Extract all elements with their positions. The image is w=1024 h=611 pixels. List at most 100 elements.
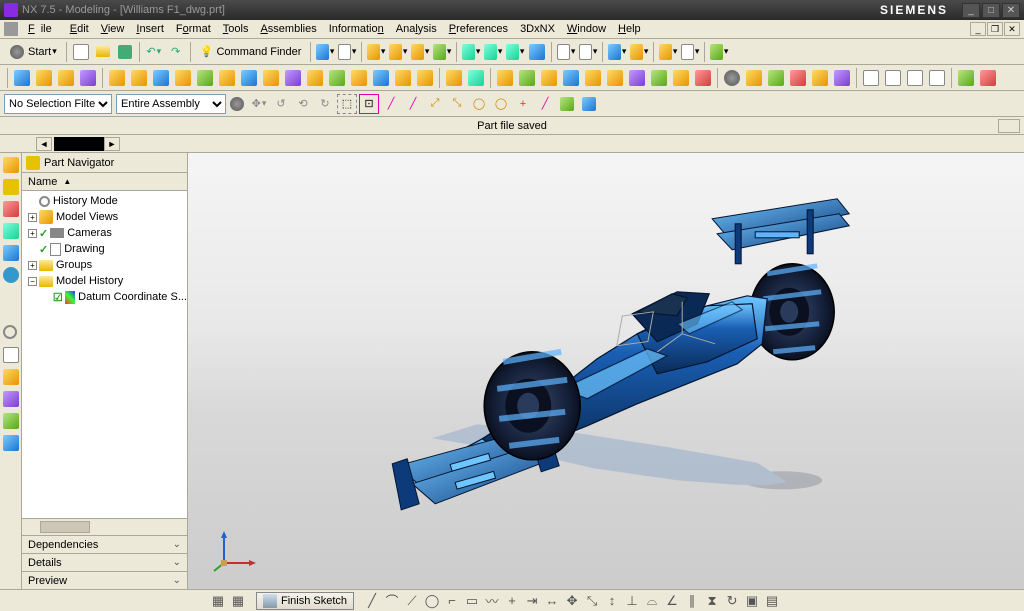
tb1-7[interactable]: ▾ [461, 42, 481, 62]
menu-assemblies[interactable]: Assemblies [254, 21, 322, 37]
menu-information[interactable]: Information [323, 21, 390, 37]
sk-dim2-icon[interactable]: ↔ [544, 593, 560, 609]
sk-update-icon[interactable]: ↻ [724, 593, 740, 609]
tb2-1[interactable] [12, 68, 32, 88]
sk-fillet-icon[interactable]: ⌐ [444, 593, 460, 609]
tb2-41[interactable] [927, 68, 947, 88]
tb2-11[interactable] [239, 68, 259, 88]
tb1-8[interactable]: ▾ [483, 42, 503, 62]
active-tab[interactable] [54, 137, 104, 151]
sk-spline-icon[interactable]: 〰 [484, 593, 500, 609]
sketch-prev2-icon[interactable]: ▦ [230, 593, 246, 609]
tb2-5[interactable] [107, 68, 127, 88]
tb1-16[interactable]: ▾ [680, 42, 700, 62]
tb2-9[interactable] [195, 68, 215, 88]
sk-mirror-icon[interactable]: ⧗ [704, 593, 720, 609]
expand-icon[interactable]: + [28, 229, 37, 238]
status-right-icon[interactable] [998, 119, 1020, 133]
maximize-button[interactable]: □ [982, 3, 1000, 18]
tb1-13[interactable]: ▾ [607, 42, 627, 62]
tb1-6[interactable]: ▾ [432, 42, 452, 62]
menu-help[interactable]: Help [612, 21, 647, 37]
menu-3dxnx[interactable]: 3DxNX [514, 21, 561, 37]
resource-system-icon[interactable] [3, 369, 19, 385]
tb2-7[interactable] [151, 68, 171, 88]
tb1-15[interactable]: ▾ [658, 42, 678, 62]
view-triad[interactable] [212, 525, 262, 575]
navigator-column-header[interactable]: Name ▲ [22, 173, 187, 191]
tb2-27[interactable] [605, 68, 625, 88]
tb2-29[interactable] [649, 68, 669, 88]
save-button[interactable] [115, 42, 135, 62]
menu-analysis[interactable]: Analysis [390, 21, 443, 37]
tb2-24[interactable] [539, 68, 559, 88]
graphics-viewport[interactable] [188, 153, 1024, 589]
menu-format[interactable]: Format [170, 21, 217, 37]
tb1-4[interactable]: ▾ [388, 42, 408, 62]
menu-file[interactable]: File [22, 21, 64, 37]
sk-point-icon[interactable]: + [504, 593, 520, 609]
tb1-2[interactable]: ▾ [337, 42, 357, 62]
snap-10[interactable] [557, 94, 577, 114]
snap-7[interactable]: ◯ [491, 94, 511, 114]
sk-misc1-icon[interactable]: ▣ [744, 593, 760, 609]
command-finder-button[interactable]: 💡 Command Finder [195, 42, 307, 62]
tb1-3[interactable]: ▾ [366, 42, 386, 62]
snap-9[interactable]: ╱ [535, 94, 555, 114]
sk-circle-icon[interactable]: ◯ [424, 593, 440, 609]
navigator-hscroll[interactable] [22, 518, 187, 535]
sk-constr-icon[interactable]: ∥ [684, 593, 700, 609]
tree-item-drawing[interactable]: Drawing [22, 241, 187, 257]
tb2-10[interactable] [217, 68, 237, 88]
undo-button[interactable]: ↶▾ [144, 42, 164, 62]
tb2-37[interactable] [832, 68, 852, 88]
sel-1[interactable] [227, 94, 247, 114]
selection-filter-dropdown[interactable]: No Selection Filter [4, 94, 112, 114]
sel-5[interactable]: ↻ [315, 94, 335, 114]
resource-r2-icon[interactable] [3, 413, 19, 429]
open-button[interactable] [93, 42, 113, 62]
resource-roles-icon[interactable] [3, 347, 19, 363]
resource-constraint-icon[interactable] [3, 201, 19, 217]
resource-history-icon[interactable] [3, 325, 19, 341]
selection-scope-dropdown[interactable]: Entire Assembly [116, 94, 226, 114]
sk-dim3-icon[interactable]: ⤡ [584, 593, 600, 609]
model-f1-car[interactable] [337, 184, 897, 544]
tb1-9[interactable]: ▾ [505, 42, 525, 62]
sel-2[interactable]: ✥▾ [249, 94, 269, 114]
tb2-4[interactable] [78, 68, 98, 88]
menu-view[interactable]: View [95, 21, 131, 37]
start-menu-button[interactable]: Start▾ [5, 42, 62, 62]
minimize-button[interactable]: _ [962, 3, 980, 18]
tb2-28[interactable] [627, 68, 647, 88]
tb1-12[interactable]: ▾ [578, 42, 598, 62]
mdi-minimize[interactable]: _ [970, 22, 986, 36]
section-preview[interactable]: Preview ⌄ [22, 571, 187, 589]
tb2-34[interactable] [766, 68, 786, 88]
tree-item-model-history[interactable]: − Model History [22, 273, 187, 289]
close-button[interactable]: ✕ [1002, 3, 1020, 18]
tb2-16[interactable] [349, 68, 369, 88]
tb2-14[interactable] [305, 68, 325, 88]
tree-item-history-mode[interactable]: History Mode [22, 193, 187, 209]
collapse-icon[interactable]: − [28, 277, 37, 286]
tb2-22[interactable] [495, 68, 515, 88]
tb2-36[interactable] [810, 68, 830, 88]
tree-item-groups[interactable]: + Groups [22, 257, 187, 273]
sel-3[interactable]: ↺ [271, 94, 291, 114]
resource-r3-icon[interactable] [3, 435, 19, 451]
resource-part-navigator-icon[interactable] [3, 179, 19, 195]
tb2-32[interactable] [722, 68, 742, 88]
resource-r1-icon[interactable] [3, 391, 19, 407]
tb1-17[interactable]: ▾ [709, 42, 729, 62]
snap-3[interactable]: ╱ [403, 94, 423, 114]
sk-dim1-icon[interactable]: ⇥ [524, 593, 540, 609]
menu-edit[interactable]: Edit [64, 21, 95, 37]
resource-hd3d-icon[interactable] [3, 245, 19, 261]
new-button[interactable] [71, 42, 91, 62]
tb2-2[interactable] [34, 68, 54, 88]
sel-4[interactable]: ⟲ [293, 94, 313, 114]
tb2-15[interactable] [327, 68, 347, 88]
tb2-39[interactable] [883, 68, 903, 88]
sk-trim-icon[interactable]: ⟋ [404, 593, 420, 609]
